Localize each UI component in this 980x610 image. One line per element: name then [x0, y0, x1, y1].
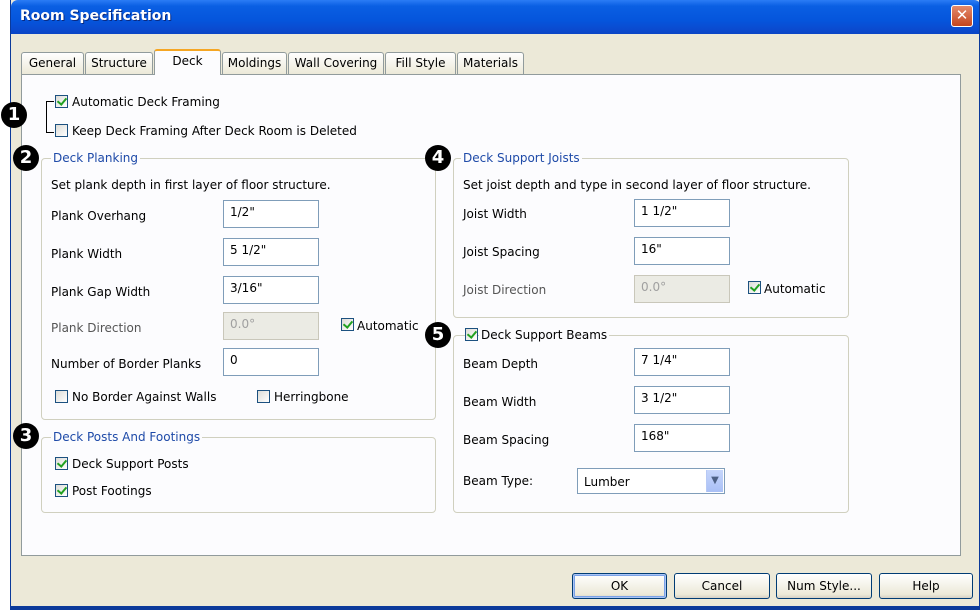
help-button[interactable]: Help — [879, 573, 973, 599]
plank-direction-input: 0.0° — [223, 312, 319, 340]
joists-description: Set joist depth and type in second layer… — [463, 178, 811, 192]
close-button[interactable]: ✕ — [951, 5, 973, 27]
tab-general[interactable]: General — [21, 52, 84, 74]
chevron-down-icon[interactable]: ▼ — [706, 470, 723, 492]
beam-width-label: Beam Width — [463, 395, 537, 409]
beam-width-input[interactable]: 3 1/2" — [634, 386, 730, 414]
tab-moldings[interactable]: Moldings — [222, 52, 287, 74]
tab-structure[interactable]: Structure — [85, 52, 153, 74]
deck-support-beams-title: Deck Support Beams — [479, 328, 610, 342]
callout-badge-2: 2 — [13, 145, 39, 171]
beam-depth-input[interactable]: 7 1/4" — [634, 348, 730, 376]
callout-badge-3: 3 — [13, 423, 39, 449]
window-bottom-border — [11, 606, 979, 610]
room-specification-dialog: Room Specification ✕ General Structure D… — [10, 0, 980, 610]
deck-posts-group — [41, 437, 436, 513]
num-style-button[interactable]: Num Style... — [776, 573, 872, 599]
tab-wall-covering[interactable]: Wall Covering — [288, 52, 384, 74]
post-footings-label: Post Footings — [72, 484, 152, 498]
plank-gap-width-input[interactable]: 3/16" — [223, 276, 319, 304]
automatic-deck-framing-label: Automatic Deck Framing — [72, 95, 220, 109]
joist-width-input[interactable]: 1 1/2" — [634, 199, 730, 227]
joist-direction-label: Joist Direction — [463, 283, 547, 297]
joist-spacing-input[interactable]: 16" — [634, 237, 730, 265]
herringbone-checkbox[interactable] — [257, 390, 270, 403]
herringbone-label: Herringbone — [274, 390, 349, 404]
callout-bracket — [46, 101, 54, 133]
planking-description: Set plank depth in first layer of floor … — [51, 178, 331, 192]
ok-button[interactable]: OK — [572, 573, 667, 599]
deck-posts-title: Deck Posts And Footings — [51, 430, 203, 444]
automatic-deck-framing-checkbox[interactable] — [55, 95, 68, 108]
tab-materials[interactable]: Materials — [457, 52, 524, 74]
plank-direction-label: Plank Direction — [51, 321, 142, 335]
plank-width-label: Plank Width — [51, 247, 123, 261]
deck-support-joists-title: Deck Support Joists — [461, 151, 582, 165]
beam-type-value: Lumber — [584, 475, 630, 489]
border-planks-label: Number of Border Planks — [51, 357, 202, 371]
tab-fill-style[interactable]: Fill Style — [385, 52, 456, 74]
dialog-title: Room Specification — [20, 8, 172, 24]
joist-direction-input: 0.0° — [634, 275, 730, 303]
callout-badge-5: 5 — [425, 322, 451, 348]
joist-direction-automatic-checkbox[interactable] — [748, 281, 761, 294]
joist-direction-automatic-label: Automatic — [764, 282, 826, 296]
joist-width-label: Joist Width — [463, 207, 527, 221]
plank-gap-width-label: Plank Gap Width — [51, 285, 151, 299]
beam-depth-label: Beam Depth — [463, 357, 539, 371]
callout-badge-1: 1 — [1, 102, 27, 128]
joist-spacing-label: Joist Spacing — [463, 245, 540, 259]
beam-spacing-label: Beam Spacing — [463, 433, 550, 447]
deck-planking-title: Deck Planking — [51, 151, 141, 165]
deck-support-posts-label: Deck Support Posts — [72, 457, 189, 471]
plank-overhang-label: Plank Overhang — [51, 209, 147, 223]
deck-support-beams-checkbox[interactable] — [465, 328, 478, 341]
plank-overhang-input[interactable]: 1/2" — [223, 200, 319, 228]
close-icon: ✕ — [955, 6, 969, 24]
title-bar[interactable]: Room Specification ✕ — [11, 0, 979, 34]
no-border-against-walls-checkbox[interactable] — [55, 390, 68, 403]
beam-type-label: Beam Type: — [463, 474, 534, 488]
cancel-button[interactable]: Cancel — [674, 573, 770, 599]
callout-badge-4: 4 — [425, 145, 451, 171]
plank-direction-automatic-label: Automatic — [357, 319, 419, 333]
beam-type-select[interactable]: Lumber ▼ — [577, 468, 725, 494]
deck-support-posts-checkbox[interactable] — [55, 457, 68, 470]
tab-deck[interactable]: Deck — [154, 49, 221, 75]
plank-direction-automatic-checkbox[interactable] — [341, 318, 354, 331]
plank-width-input[interactable]: 5 1/2" — [223, 238, 319, 266]
no-border-against-walls-label: No Border Against Walls — [72, 390, 217, 404]
keep-deck-framing-label: Keep Deck Framing After Deck Room is Del… — [72, 124, 357, 138]
beam-spacing-input[interactable]: 168" — [634, 424, 730, 452]
keep-deck-framing-checkbox[interactable] — [55, 124, 68, 137]
post-footings-checkbox[interactable] — [55, 484, 68, 497]
border-planks-input[interactable]: 0 — [223, 348, 319, 376]
